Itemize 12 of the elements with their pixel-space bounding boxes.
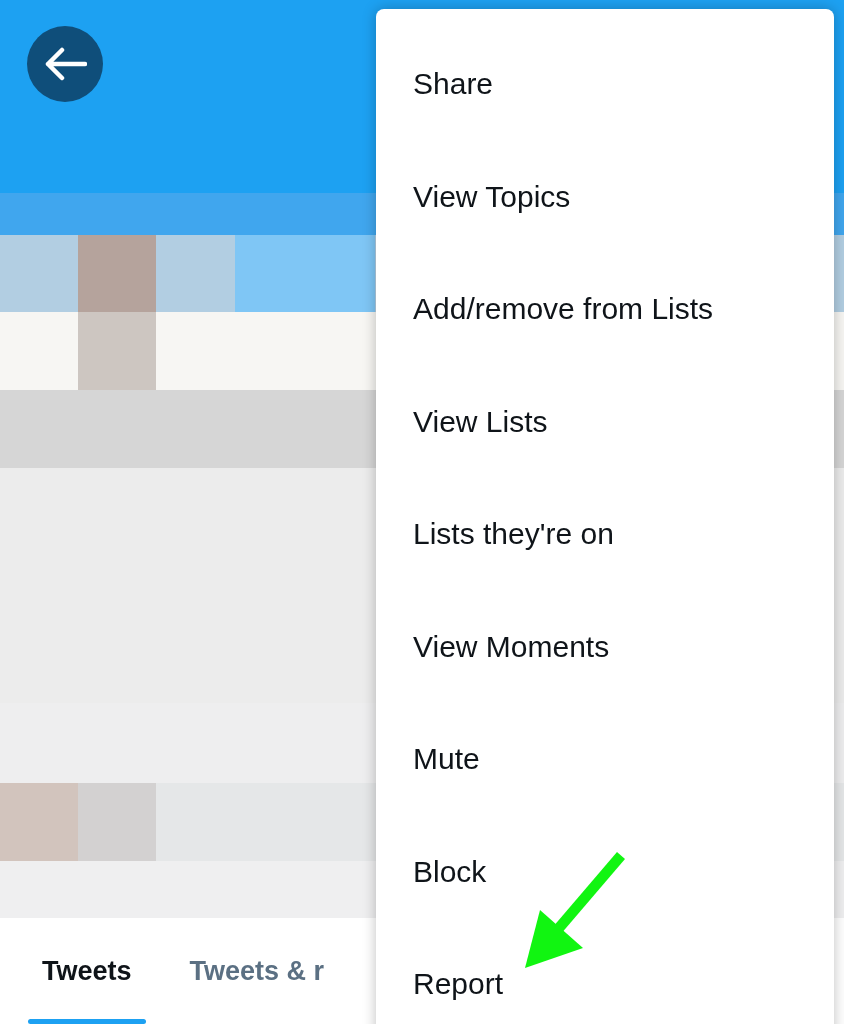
menu-item[interactable]: Share [376, 28, 834, 141]
tab[interactable]: Tweets & r [175, 918, 339, 1024]
menu-item[interactable]: View Lists [376, 365, 834, 478]
menu-item[interactable]: View Topics [376, 140, 834, 253]
menu-item[interactable]: View Moments [376, 590, 834, 703]
menu-item[interactable]: Block [376, 815, 834, 928]
menu-item[interactable]: Lists they're on [376, 478, 834, 591]
menu-item[interactable]: Report [376, 928, 834, 1024]
menu-item[interactable]: Add/remove from Lists [376, 253, 834, 366]
tab[interactable]: Tweets [28, 918, 146, 1024]
back-arrow-icon [43, 47, 87, 81]
menu-item[interactable]: Mute [376, 703, 834, 816]
